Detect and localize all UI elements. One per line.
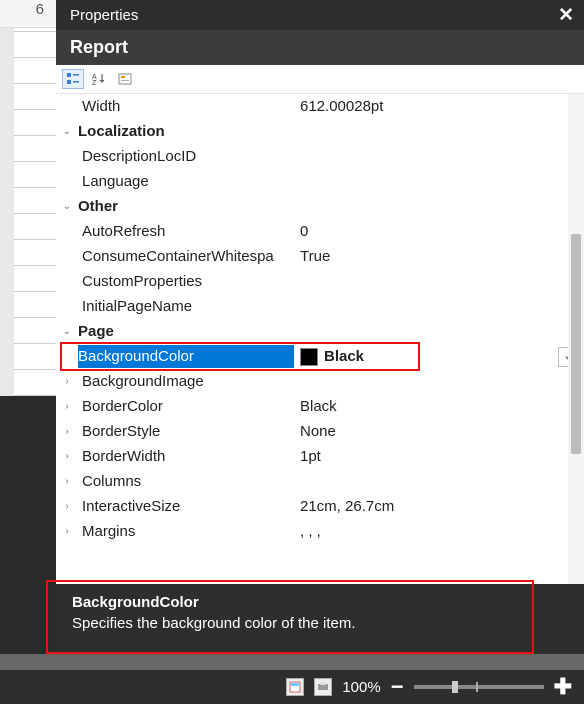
property-name[interactable]: BackgroundColor: [78, 345, 294, 368]
selected-object-name[interactable]: Report: [56, 30, 584, 65]
zoom-in-button[interactable]: ✚: [554, 674, 572, 700]
properties-header: Properties ✕: [56, 0, 584, 30]
property-value-text: Black: [324, 348, 364, 365]
property-grid-wrap: Width612.00028pt⌄LocalizationDescription…: [56, 94, 584, 584]
property-pages-icon: [118, 72, 132, 86]
category-row[interactable]: ⌄Page: [56, 319, 584, 344]
properties-scrollbar[interactable]: [568, 94, 584, 584]
zoom-label[interactable]: 100%: [342, 679, 380, 696]
property-name[interactable]: Localization: [78, 123, 294, 140]
design-surface-edge: [14, 28, 56, 396]
property-name[interactable]: Language: [78, 173, 294, 190]
property-name[interactable]: Other: [78, 198, 294, 215]
property-row[interactable]: DescriptionLocID: [56, 144, 584, 169]
property-row[interactable]: BackgroundColorBlack⌄: [56, 344, 584, 369]
property-value[interactable]: 1pt: [294, 448, 584, 465]
close-icon[interactable]: ✕: [558, 6, 574, 25]
property-name[interactable]: AutoRefresh: [78, 223, 294, 240]
ruler: 6: [0, 0, 56, 28]
layout-icon: [317, 681, 329, 693]
property-name[interactable]: BorderStyle: [78, 423, 294, 440]
property-value[interactable]: None: [294, 423, 584, 440]
property-row[interactable]: ›Margins, , ,: [56, 519, 584, 544]
property-row[interactable]: Width612.00028pt: [56, 94, 584, 119]
zoom-slider[interactable]: [414, 685, 544, 689]
properties-toolbar: AZ: [56, 65, 584, 94]
property-row[interactable]: Language: [56, 169, 584, 194]
property-row[interactable]: ›BorderStyleNone: [56, 419, 584, 444]
property-row[interactable]: ›BackgroundImage: [56, 369, 584, 394]
zoom-bar: 100% − ✚: [0, 670, 584, 704]
design-canvas-sliver: 6: [0, 0, 56, 704]
category-row[interactable]: ⌄Localization: [56, 119, 584, 144]
property-name[interactable]: DescriptionLocID: [78, 148, 294, 165]
expand-icon[interactable]: ›: [56, 501, 78, 512]
property-row[interactable]: ›BorderWidth1pt: [56, 444, 584, 469]
ruler-number: 6: [36, 1, 44, 18]
property-row[interactable]: InitialPageName: [56, 294, 584, 319]
property-name-selected: BackgroundColor: [78, 345, 294, 368]
preview-mode-icon[interactable]: [286, 678, 304, 696]
property-name[interactable]: Margins: [78, 523, 294, 540]
expand-icon[interactable]: ›: [56, 426, 78, 437]
property-row[interactable]: ›BorderColorBlack: [56, 394, 584, 419]
expand-icon[interactable]: ›: [56, 401, 78, 412]
zoom-slider-knob[interactable]: [452, 681, 458, 693]
svg-text:Z: Z: [92, 80, 97, 86]
property-row[interactable]: CustomProperties: [56, 269, 584, 294]
sort-az-icon: AZ: [92, 72, 106, 86]
collapse-icon[interactable]: ⌄: [56, 126, 78, 137]
status-strip: [0, 654, 584, 670]
property-value[interactable]: 21cm, 26.7cm: [294, 498, 584, 515]
alphabetical-button[interactable]: AZ: [88, 69, 110, 89]
collapse-icon[interactable]: ⌄: [56, 326, 78, 337]
design-dark-zone: [0, 396, 56, 656]
expand-icon[interactable]: ›: [56, 476, 78, 487]
expand-icon[interactable]: ›: [56, 526, 78, 537]
expand-icon[interactable]: ›: [56, 451, 78, 462]
property-name[interactable]: InitialPageName: [78, 298, 294, 315]
categorized-button[interactable]: [62, 69, 84, 89]
property-value[interactable]: , , ,: [294, 523, 584, 540]
zoom-slider-center-tick: [476, 682, 478, 692]
category-row[interactable]: ⌄Other: [56, 194, 584, 219]
categorized-icon: [66, 72, 80, 86]
description-text: Specifies the background color of the it…: [72, 615, 568, 632]
property-grid[interactable]: Width612.00028pt⌄LocalizationDescription…: [56, 94, 584, 584]
property-value[interactable]: Black: [294, 398, 584, 415]
property-row[interactable]: ConsumeContainerWhitespaTrue: [56, 244, 584, 269]
property-pages-button[interactable]: [114, 69, 136, 89]
property-name[interactable]: BackgroundImage: [78, 373, 294, 390]
property-value[interactable]: 612.00028pt: [294, 98, 584, 115]
expand-icon[interactable]: ›: [56, 376, 78, 387]
property-name[interactable]: Width: [78, 98, 294, 115]
description-title: BackgroundColor: [72, 594, 568, 611]
collapse-icon[interactable]: ⌄: [56, 201, 78, 212]
page-icon: [289, 681, 301, 693]
property-name[interactable]: ConsumeContainerWhitespa: [78, 248, 294, 265]
property-name[interactable]: Columns: [78, 473, 294, 490]
zoom-out-button[interactable]: −: [391, 674, 404, 700]
properties-title: Properties: [70, 7, 558, 24]
property-row[interactable]: AutoRefresh0: [56, 219, 584, 244]
property-row[interactable]: ›Columns: [56, 469, 584, 494]
color-swatch: [300, 348, 318, 366]
scrollbar-thumb[interactable]: [571, 234, 581, 454]
property-row[interactable]: ›InteractiveSize21cm, 26.7cm: [56, 494, 584, 519]
property-value[interactable]: 0: [294, 223, 584, 240]
property-value[interactable]: True: [294, 248, 584, 265]
property-name[interactable]: BorderColor: [78, 398, 294, 415]
property-name[interactable]: InteractiveSize: [78, 498, 294, 515]
property-name[interactable]: BorderWidth: [78, 448, 294, 465]
print-layout-icon[interactable]: [314, 678, 332, 696]
property-description-pane: BackgroundColor Specifies the background…: [56, 584, 584, 654]
properties-panel: Properties ✕ Report AZ Width612.00028pt⌄…: [56, 0, 584, 654]
property-name[interactable]: CustomProperties: [78, 273, 294, 290]
property-value[interactable]: Black⌄: [294, 347, 584, 367]
property-name[interactable]: Page: [78, 323, 294, 340]
